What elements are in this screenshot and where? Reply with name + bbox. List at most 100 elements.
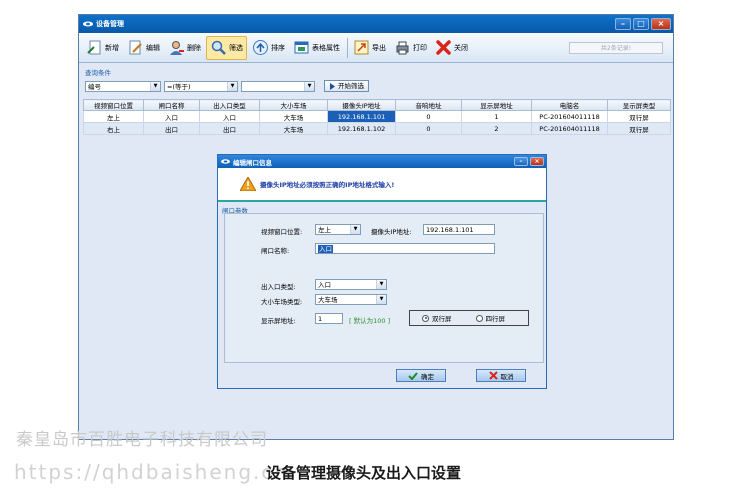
query-value-select[interactable]: ▼ [241, 80, 315, 92]
dialog-title: 编辑闸口信息 [233, 158, 272, 167]
table-cell-selected[interactable]: 192.168.1.101 [327, 110, 396, 123]
magnifier-icon [210, 39, 227, 56]
red-x-icon [435, 39, 452, 56]
table-cell[interactable]: 大车场 [259, 110, 328, 123]
app-logo-icon [83, 20, 93, 28]
table-cell[interactable]: 双行屏 [607, 110, 671, 123]
app-logo-icon [221, 158, 230, 165]
table-cell[interactable]: 0 [395, 122, 462, 135]
close-window-button[interactable]: × [651, 18, 671, 30]
play-icon [329, 82, 336, 90]
table-row[interactable]: 左上 入口 入口 大车场 192.168.1.101 0 1 PC-201604… [83, 110, 671, 123]
edit-gate-dialog: 编辑闸口信息 – × 摄像头IP地址必须按照正确的IP地址格式输入! 闸口参数 … [217, 154, 547, 389]
table-cell[interactable]: 1 [461, 110, 532, 123]
column-header[interactable]: 音响地址 [395, 99, 462, 111]
chevron-down-icon: ▼ [304, 81, 314, 91]
chevron-down-icon: ▼ [376, 295, 386, 304]
gate-table: 视频窗口位置 闸口名称 出入口类型 大小车场 摄像头IP地址 音响地址 显示屏地… [83, 99, 671, 135]
column-header[interactable]: 显示屏地址 [461, 99, 532, 111]
table-properties-button[interactable]: 表格属性 [290, 36, 343, 60]
camera-ip-label: 摄像头IP地址: [371, 228, 412, 236]
table-row[interactable]: 右上 出口 出口 大车场 192.168.1.102 0 2 PC-201604… [83, 122, 671, 135]
video-position-select[interactable]: 左上 ▼ [315, 224, 361, 235]
cancel-button[interactable]: 取消 [476, 369, 526, 382]
table-cell[interactable]: 左上 [83, 110, 144, 123]
table-cell[interactable]: 出口 [143, 122, 200, 135]
param-box: 视频窗口位置: 左上 ▼ 摄像头IP地址: 192.168.1.101 闸口名称… [224, 213, 544, 363]
company-watermark: 秦皇岛市百胜电子科技有限公司 [16, 430, 268, 450]
lot-type-select[interactable]: 大车场 ▼ [315, 294, 387, 305]
table-cell[interactable]: 入口 [199, 110, 260, 123]
chevron-down-icon: ▼ [376, 280, 386, 289]
column-header[interactable]: 大小车场 [259, 99, 328, 111]
io-type-select[interactable]: 入口 ▼ [315, 279, 387, 290]
screen-address-label: 显示屏地址: [261, 317, 296, 325]
close-button[interactable]: 关闭 [432, 36, 471, 60]
sort-icon [252, 39, 269, 56]
edit-doc-icon [127, 39, 144, 56]
record-count: 共2条记录! [569, 41, 663, 54]
minimize-button[interactable]: – [615, 18, 631, 30]
io-type-label: 出入口类型: [261, 283, 296, 291]
sort-button[interactable]: 排序 [249, 36, 288, 60]
window-title: 设备管理 [96, 20, 124, 28]
column-header[interactable]: 电脑名 [531, 99, 608, 111]
column-header[interactable]: 闸口名称 [143, 99, 200, 111]
warning-bar: 摄像头IP地址必须按照正确的IP地址格式输入! [218, 168, 546, 202]
screen-address-input[interactable]: 1 [315, 313, 343, 324]
column-header[interactable]: 显示屏类型 [607, 99, 671, 111]
radio-empty-icon [475, 314, 483, 322]
table-cell[interactable]: 0 [395, 110, 462, 123]
query-operator-select[interactable]: =(等于) ▼ [164, 80, 238, 92]
filter-button[interactable]: 筛选 [206, 35, 247, 60]
table-properties-icon [293, 39, 310, 56]
dialog-minimize-button[interactable]: – [514, 157, 528, 166]
start-filter-button[interactable]: 开始筛选 [324, 80, 369, 92]
radio-double-line[interactable]: 双行屏 [422, 313, 452, 323]
query-row: 编号 ▼ =(等于) ▼ ▼ 开始筛选 [81, 80, 671, 92]
column-header[interactable]: 出入口类型 [199, 99, 260, 111]
chevron-down-icon: ▼ [350, 225, 360, 234]
table-cell[interactable]: 出口 [199, 122, 260, 135]
delete-button[interactable]: 删除 [165, 36, 204, 60]
column-header[interactable]: 视频窗口位置 [83, 99, 144, 111]
image-caption: 设备管理摄像头及出入口设置 [266, 464, 462, 482]
confirm-button[interactable]: 确定 [396, 369, 446, 382]
table-cell[interactable]: 右上 [83, 122, 144, 135]
table-cell[interactable]: 192.168.1.102 [327, 122, 396, 135]
table-cell[interactable]: PC-201604011118 [531, 110, 608, 123]
query-field-select[interactable]: 编号 ▼ [85, 80, 161, 92]
table-cell[interactable]: 大车场 [259, 122, 328, 135]
edit-button[interactable]: 编辑 [124, 36, 163, 60]
export-icon [353, 39, 370, 56]
radio-four-line[interactable]: 四行屏 [475, 313, 505, 323]
dialog-title-bar[interactable]: 编辑闸口信息 – × [218, 155, 546, 168]
url-watermark: https://qhdbaisheng.cn [14, 460, 290, 484]
table-cell[interactable]: 2 [461, 122, 532, 135]
new-button[interactable]: 新增 [83, 36, 122, 60]
red-x-icon [488, 371, 498, 380]
toolbar-separator [347, 37, 348, 58]
dialog-close-button[interactable]: × [530, 157, 544, 166]
warning-icon [239, 175, 257, 192]
maximize-button[interactable]: □ [633, 18, 649, 30]
window-title-bar[interactable]: 设备管理 – □ × [79, 15, 673, 33]
table-cell[interactable]: 双行屏 [607, 122, 671, 135]
video-position-label: 视频窗口位置: [261, 228, 303, 236]
radio-selected-icon [422, 314, 429, 322]
warning-text: 摄像头IP地址必须按照正确的IP地址格式输入! [260, 181, 395, 189]
screen-address-hint: [ 默认为100 ] [349, 317, 391, 325]
table-cell[interactable]: PC-201604011118 [531, 122, 608, 135]
column-header[interactable]: 摄像头IP地址 [327, 99, 396, 111]
checkmark-icon [408, 371, 418, 380]
print-button[interactable]: 打印 [391, 36, 430, 60]
query-title: 查询条件 [85, 69, 111, 77]
gate-name-input[interactable]: 入口 [315, 243, 495, 254]
table-header-row: 视频窗口位置 闸口名称 出入口类型 大小车场 摄像头IP地址 音响地址 显示屏地… [83, 99, 671, 111]
export-button[interactable]: 导出 [350, 36, 389, 60]
table-cell[interactable]: 入口 [143, 110, 200, 123]
printer-icon [394, 39, 411, 56]
camera-ip-input[interactable]: 192.168.1.101 [423, 224, 495, 235]
chevron-down-icon: ▼ [227, 81, 237, 91]
chevron-down-icon: ▼ [150, 81, 160, 91]
